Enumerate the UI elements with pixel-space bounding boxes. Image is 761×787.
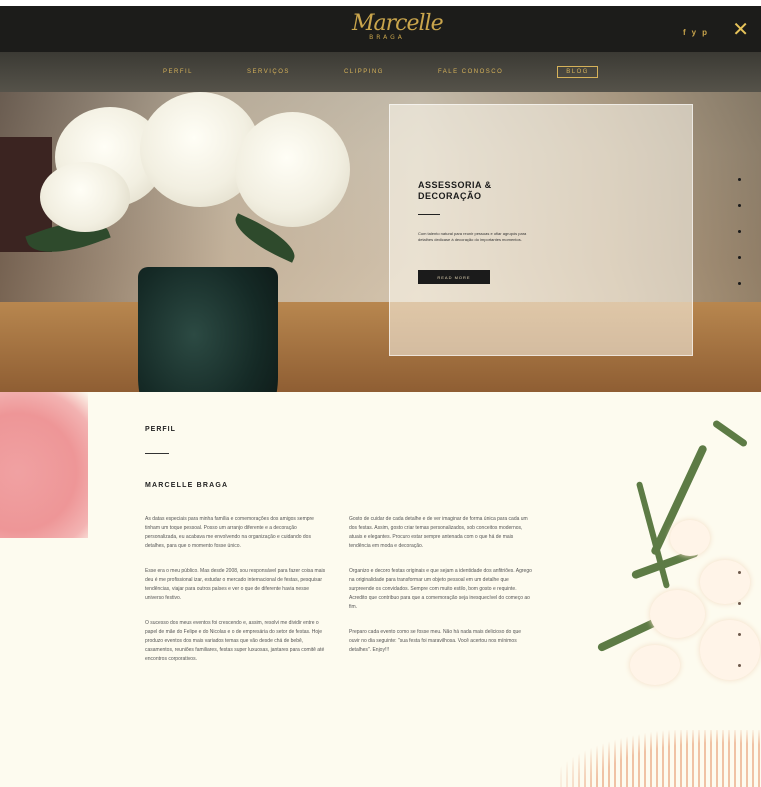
paragraph: Preparo cada evento como se fosse meu. N… — [349, 629, 522, 653]
section-dot[interactable] — [738, 571, 741, 574]
close-icon[interactable]: ✕ — [732, 20, 749, 40]
profile-column-left: As datas especiais para minha família e … — [145, 515, 329, 680]
twitter-icon[interactable]: y — [692, 28, 696, 37]
hero-title: ASSESSORIA & DECORAÇÃO — [418, 180, 492, 201]
petal-image — [630, 645, 680, 685]
top-bar: Marcelle BRAGA f y p ✕ — [0, 0, 761, 52]
petal-image — [700, 560, 750, 604]
flower-image — [40, 162, 130, 232]
section-dot[interactable] — [738, 664, 741, 667]
pinterest-icon[interactable]: p — [702, 28, 707, 37]
paragraph: Organizo e decoro festas originais e que… — [349, 568, 532, 610]
profile-name: MARCELLE BRAGA — [145, 482, 229, 489]
petal-image — [700, 620, 760, 680]
paragraph: As datas especiais para minha família e … — [145, 516, 314, 549]
stripe-decor — [560, 730, 761, 787]
nav-item-clipping[interactable]: CLIPPING — [344, 69, 384, 75]
section-dot[interactable] — [738, 602, 741, 605]
slider-dot[interactable] — [738, 256, 741, 259]
slider-dot[interactable] — [738, 204, 741, 207]
main-nav: PERFIL SERVIÇOS CLIPPING FALE CONOSCO BL… — [0, 52, 761, 92]
section-dots — [738, 571, 741, 667]
petal-image — [670, 520, 710, 556]
divider — [418, 214, 440, 215]
slider-dot[interactable] — [738, 282, 741, 285]
divider — [145, 453, 169, 454]
facebook-icon[interactable]: f — [683, 28, 686, 37]
slider-dot[interactable] — [738, 230, 741, 233]
profile-column-right: Gosto de cuidar de cada detalhe e de ver… — [349, 515, 533, 671]
vase-image — [138, 267, 278, 392]
pink-watercolor-decor — [0, 392, 88, 538]
slider-dot[interactable] — [738, 178, 741, 181]
flower-image — [235, 112, 350, 227]
nav-item-contato[interactable]: FALE CONOSCO — [438, 69, 503, 75]
nav-item-perfil[interactable]: PERFIL — [163, 69, 193, 75]
logo-script: Marcelle — [352, 11, 444, 36]
nav-item-blog[interactable]: BLOG — [557, 66, 598, 78]
petal-image — [650, 590, 705, 638]
paragraph: Gosto de cuidar de cada detalhe e de ver… — [349, 516, 528, 549]
section-dot[interactable] — [738, 633, 741, 636]
slider-dots — [738, 178, 741, 285]
hero-overlay-card: ASSESSORIA & DECORAÇÃO Com talento natur… — [389, 104, 693, 356]
flower-branch-image — [590, 419, 761, 720]
stem-image — [711, 419, 749, 448]
paragraph: O sucesso dos meus eventos foi crescendo… — [145, 620, 325, 662]
hero-text: Com talento natural para reunir pessoas … — [418, 231, 527, 242]
section-label: PERFIL — [145, 426, 176, 433]
social-links: f y p — [683, 28, 707, 37]
logo[interactable]: Marcelle BRAGA — [352, 11, 444, 52]
read-more-button[interactable]: READ MORE — [418, 270, 490, 284]
nav-item-servicos[interactable]: SERVIÇOS — [247, 69, 290, 75]
paragraph: Esse era o meu público. Mas desde 2008, … — [145, 568, 326, 601]
